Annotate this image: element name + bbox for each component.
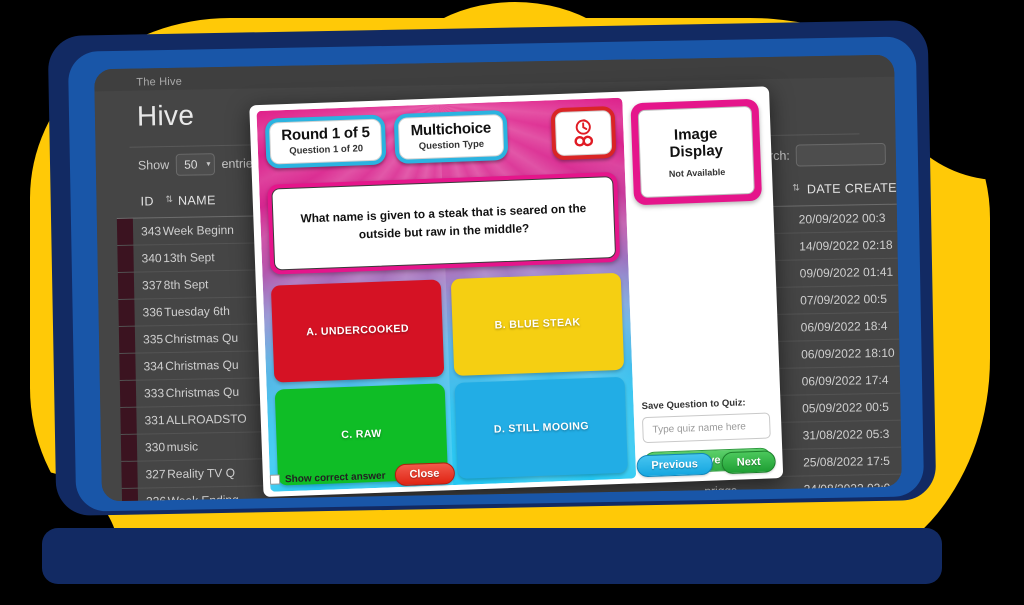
round-title: Round 1 of 5 [281, 123, 371, 145]
table-cell-date: 20/09/2022 00:3 [798, 210, 886, 227]
question-type-subtitle: Question Type [418, 138, 485, 152]
laptop-screen: The Hive Hive Show 50 ▾ entries Search: … [94, 54, 902, 502]
show-correct-answer-label: Show correct answer [284, 470, 386, 485]
question-text-box: What name is given to a steak that is se… [271, 176, 617, 271]
table-cell-id: 336 [142, 305, 163, 320]
question-type-indicator: Multichoice Question Type [394, 109, 509, 164]
table-cell-date: 05/09/2022 00:5 [802, 399, 890, 416]
question-type-inner: Multichoice Question Type [398, 114, 505, 160]
modal-header-row: Round 1 of 5 Question 1 of 20 Multichoic… [264, 105, 617, 181]
table-cell-id: 333 [143, 386, 165, 401]
table-header-id[interactable]: ID [116, 194, 161, 209]
table-cell-id: 327 [145, 467, 166, 482]
table-cell-date: 14/09/2022 02:18 [799, 237, 893, 254]
answer-option-a[interactable]: A. UNDERCOOKED [270, 279, 445, 383]
table-cell-id: 340 [141, 251, 162, 266]
answer-option-b[interactable]: B. BLUE STEAK [450, 272, 625, 376]
show-correct-answer-toggle[interactable]: Show correct answer [269, 470, 386, 485]
close-button[interactable]: Close [394, 462, 455, 487]
table-cell-date: 07/09/2022 00:5 [800, 291, 888, 308]
table-cell-id: 334 [143, 359, 164, 374]
image-display-frame: Image Display Not Available [630, 98, 763, 206]
table-cell-date: 25/08/2022 17:5 [803, 453, 891, 470]
previous-button[interactable]: Previous [636, 452, 714, 478]
next-button[interactable]: Next [721, 450, 777, 475]
laptop-base [42, 528, 942, 584]
image-display-title-1: Image [673, 124, 718, 144]
image-display-status: Not Available [668, 167, 726, 180]
table-cell-id: 330 [144, 440, 166, 455]
search-input[interactable] [795, 142, 886, 167]
table-cell-id: 326 [122, 494, 168, 501]
table-cell-id: 343 [140, 224, 162, 239]
modal-side-panel: Image Display Not Available Save Questio… [622, 93, 776, 479]
chevron-updown-icon: ▾ [206, 159, 211, 169]
screenshot-stage: The Hive Hive Show 50 ▾ entries Search: … [0, 0, 1024, 605]
modal-question-panel: Round 1 of 5 Question 1 of 20 Multichoic… [256, 97, 637, 492]
table-cell-date: 06/09/2022 17:4 [801, 372, 889, 389]
page-title: Hive [136, 99, 195, 132]
round-subtitle: Question 1 of 20 [289, 142, 364, 157]
quiz-name-input[interactable] [642, 412, 771, 444]
table-cell-id: 337 [141, 278, 163, 293]
breadcrumb[interactable]: The Hive [136, 76, 182, 89]
image-display-title-2: Display [669, 142, 724, 161]
image-display-box: Image Display Not Available [637, 105, 755, 199]
timer-indicator-inner [554, 110, 613, 157]
table-length-control: Show 50 ▾ entries [137, 153, 259, 176]
page-size-select-wrap[interactable]: 50 ▾ [175, 153, 215, 176]
table-cell-id: 331 [144, 413, 165, 428]
question-preview-modal: Round 1 of 5 Question 1 of 20 Multichoic… [249, 86, 784, 498]
timer-indicator[interactable] [550, 105, 617, 161]
question-type-title: Multichoice [410, 119, 492, 140]
table-cell-date: 06/09/2022 18:4 [800, 318, 888, 335]
question-text-frame: What name is given to a steak that is se… [267, 171, 621, 275]
table-cell-date: 31/08/2022 05:3 [802, 426, 890, 443]
table-header-date[interactable]: DATE CREATED [799, 181, 902, 197]
save-quiz-label: Save Question to Quiz: [641, 397, 746, 413]
round-indicator-inner: Round 1 of 5 Question 1 of 20 [268, 118, 383, 165]
round-indicator: Round 1 of 5 Question 1 of 20 [264, 114, 387, 169]
table-cell-date: 06/09/2022 18:10 [801, 345, 895, 362]
show-correct-answer-checkbox[interactable] [269, 474, 281, 485]
table-cell-date: 09/09/2022 01:41 [799, 264, 894, 281]
question-text: What name is given to a steak that is se… [300, 201, 587, 242]
clock-infinity-icon [574, 119, 594, 147]
show-label: Show [137, 158, 170, 173]
answer-options-grid: A. UNDERCOOKED B. BLUE STEAK C. RAW D. S… [270, 272, 629, 486]
table-cell-id: 335 [142, 332, 164, 347]
